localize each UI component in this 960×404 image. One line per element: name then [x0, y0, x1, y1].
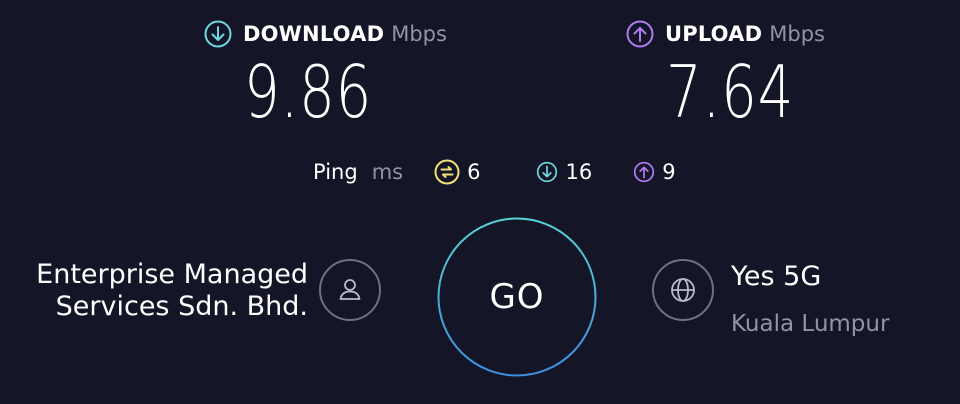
ping-idle-value: 6	[467, 160, 481, 184]
arrow-up-circle-icon	[634, 161, 655, 183]
arrow-up-circle-icon	[626, 20, 654, 48]
go-label: GO	[489, 277, 545, 317]
download-value: 9.86	[244, 50, 373, 134]
ping-upload: 9	[633, 160, 676, 184]
ping-download: 16	[536, 160, 592, 184]
globe-icon	[671, 278, 695, 302]
server-button[interactable]	[652, 259, 714, 321]
ping-label: Ping	[313, 160, 358, 184]
provider-name[interactable]: Enterprise Managed Services Sdn. Bhd.	[0, 259, 308, 323]
person-icon	[339, 279, 361, 300]
ping-download-value: 16	[565, 160, 593, 184]
provider-name-line1: Enterprise Managed	[36, 259, 308, 290]
upload-value: 7.64	[666, 50, 795, 134]
upload-unit: Mbps	[769, 22, 825, 46]
download-unit: Mbps	[391, 22, 447, 46]
server-location[interactable]: Kuala Lumpur	[731, 309, 889, 339]
provider-button[interactable]	[319, 259, 381, 321]
server-name[interactable]: Yes 5G	[731, 261, 821, 293]
ping-upload-value: 9	[662, 160, 676, 184]
download-label: DOWNLOAD	[243, 22, 385, 46]
ping-unit: ms	[371, 160, 404, 184]
upload-label: UPLOAD	[665, 22, 763, 46]
ping-row: Ping ms 6 16 9	[313, 156, 676, 188]
ping-idle-icon	[434, 159, 460, 185]
arrow-down-circle-icon	[537, 161, 558, 183]
arrow-down-circle-icon	[204, 20, 232, 48]
speedtest-panel: DOWNLOAD Mbps 9.86 UPLOAD Mbps 7.64 Ping…	[0, 0, 960, 404]
upload-header: UPLOAD Mbps	[625, 19, 825, 49]
ping-idle: 6	[434, 159, 480, 185]
provider-name-line2: Services Sdn. Bhd.	[55, 291, 308, 322]
download-header: DOWNLOAD Mbps	[203, 19, 447, 49]
go-button[interactable]: GO	[437, 217, 597, 377]
